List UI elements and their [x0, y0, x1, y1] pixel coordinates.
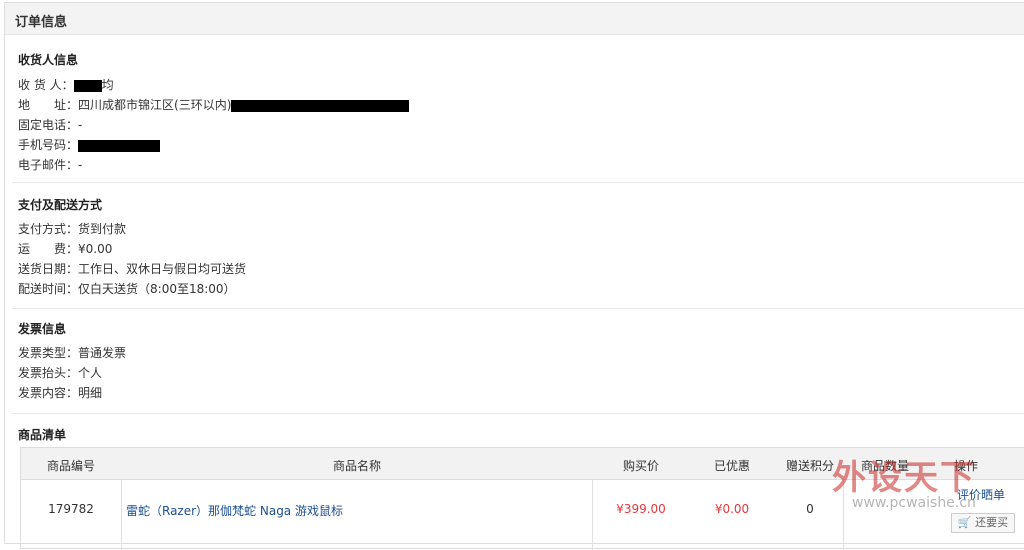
payment-method-label: 支付方式：	[18, 222, 79, 236]
invoice-content-value: 明细	[78, 386, 103, 400]
delivery-date-value: 工作日、双休日与假日均可送货	[78, 262, 247, 276]
delivery-time-label: 配送时间：	[18, 282, 79, 296]
receiver-phone-row: 固定电话：-	[18, 116, 82, 133]
receiver-name-row: 收 货 人： 均	[18, 76, 114, 93]
shipping-fee-value: ¥0.00	[78, 242, 113, 256]
receiver-phone-value: -	[78, 118, 83, 132]
receiver-name-label: 收 货 人：	[18, 78, 74, 92]
receiver-address-value: 四川成都市锦江区(三环以内)	[78, 98, 232, 112]
panel-title: 订单信息	[15, 15, 68, 30]
delivery-date-row: 送货日期：工作日、双休日与假日均可送货	[18, 260, 246, 277]
goods-discount: ¥0.00	[714, 502, 750, 516]
invoice-content-row: 发票内容：明细	[18, 384, 102, 401]
panel-titlebar: 订单信息	[5, 3, 1024, 35]
payment-method-value: 货到付款	[78, 222, 127, 236]
receiver-name-suffix: 均	[101, 78, 114, 92]
redacted-address	[231, 99, 410, 112]
receiver-email-label: 电子邮件：	[18, 158, 79, 172]
col-header-price: 购买价	[622, 459, 659, 473]
delivery-time-value: 仅白天送货（8:00至18:00）	[78, 282, 236, 296]
receiver-address-label: 地 址：	[18, 98, 79, 112]
receiver-email-row: 电子邮件：-	[18, 156, 82, 173]
col-header-discount: 已优惠	[713, 459, 750, 473]
cart-icon: 🛒	[957, 516, 972, 529]
redacted-name	[73, 79, 102, 92]
receiver-address-row: 地 址：四川成都市锦江区(三环以内)	[18, 96, 410, 113]
payment-method-row: 支付方式：货到付款	[18, 220, 126, 237]
delivery-time-row: 配送时间：仅白天送货（8:00至18:00）	[18, 280, 236, 297]
receiver-heading: 收货人信息	[18, 53, 79, 67]
goods-heading: 商品清单	[18, 428, 67, 442]
invoice-header-label: 发票抬头：	[18, 366, 79, 380]
shipping-fee-row: 运 费：¥0.00	[18, 240, 112, 257]
receiver-mobile-label: 手机号码：	[18, 138, 79, 152]
goods-price: ¥399.00	[616, 502, 666, 516]
invoice-type-label: 发票类型：	[18, 346, 79, 360]
delivery-date-label: 送货日期：	[18, 262, 79, 276]
col-header-id: 商品编号	[46, 459, 95, 473]
divider	[12, 308, 1024, 309]
receiver-mobile-row: 手机号码：	[18, 136, 161, 153]
invoice-heading: 发票信息	[18, 322, 67, 336]
goods-id: 179782	[48, 502, 94, 516]
divider	[12, 182, 1024, 183]
divider	[12, 413, 1024, 414]
invoice-header-row: 发票抬头：个人	[18, 364, 102, 381]
receiver-phone-label: 固定电话：	[18, 118, 79, 132]
payment-heading: 支付及配送方式	[18, 198, 103, 212]
invoice-content-label: 发票内容：	[18, 386, 79, 400]
goods-name-link[interactable]: 雷蛇（Razer）那伽梵蛇 Naga 游戏鼠标	[126, 502, 343, 519]
column-divider	[121, 480, 122, 550]
invoice-type-row: 发票类型：普通发票	[18, 344, 126, 361]
watermark-url: www.pcwaishe.cn	[852, 495, 976, 511]
shipping-fee-label: 运 费：	[18, 242, 79, 256]
invoice-header-value: 个人	[78, 366, 103, 380]
goods-points: 0	[806, 502, 814, 516]
buy-again-label: 还要买	[975, 516, 1009, 529]
watermark-logo: 外设天下	[832, 458, 976, 498]
col-header-name: 商品名称	[332, 459, 381, 473]
invoice-type-value: 普通发票	[78, 346, 127, 360]
receiver-email-value: -	[78, 158, 83, 172]
buy-again-button[interactable]: 🛒 还要买	[951, 513, 1015, 533]
redacted-mobile	[78, 139, 161, 152]
